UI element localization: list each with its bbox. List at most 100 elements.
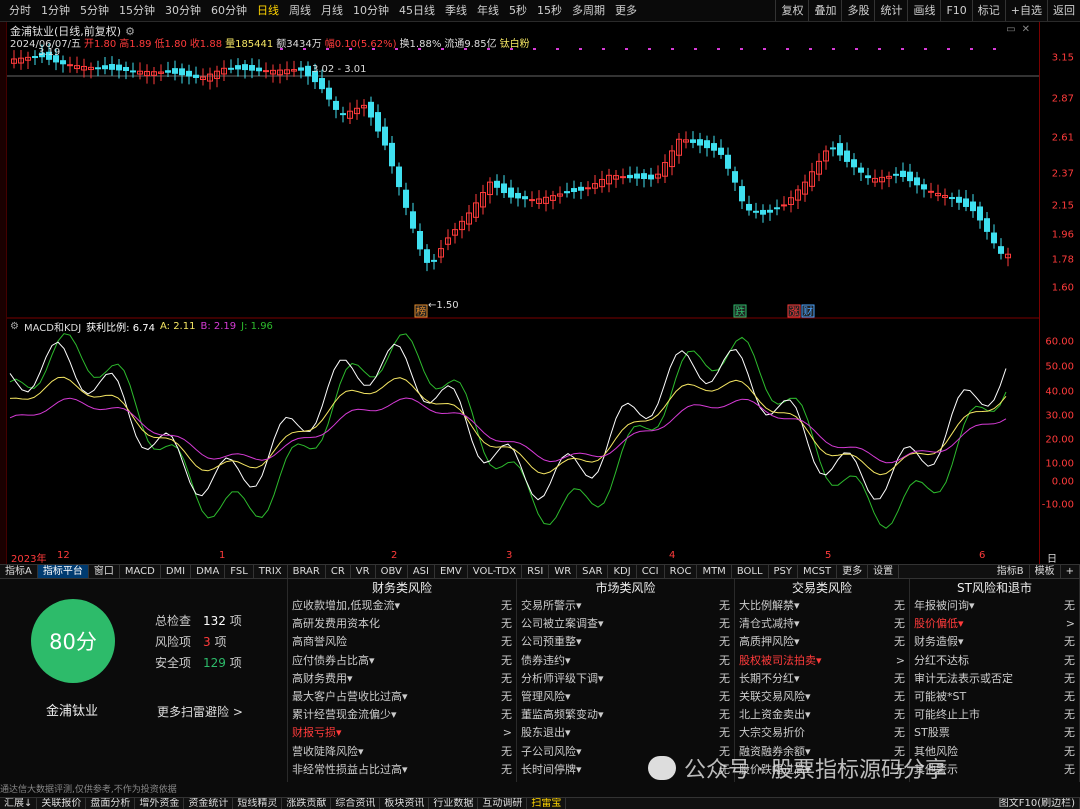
period-tab[interactable]: 1分钟 — [36, 0, 75, 21]
candle-body[interactable] — [501, 183, 507, 194]
indicator-tab[interactable]: TRIX — [254, 565, 288, 578]
candle-body[interactable] — [326, 87, 332, 100]
sector-label[interactable]: 钛白粉 — [500, 35, 530, 50]
candle-body[interactable] — [732, 171, 738, 183]
risk-check-item[interactable]: 股价偏低▾ > — [910, 615, 1079, 633]
candle-body[interactable] — [67, 64, 73, 67]
indicator-tab[interactable]: 指标A — [0, 565, 38, 578]
candle-body[interactable] — [907, 171, 913, 182]
period-tab[interactable]: 月线 — [316, 0, 348, 21]
risk-check-item[interactable]: 高质押风险▾ 无 — [735, 633, 909, 651]
risk-check-item[interactable]: 公司被立案调查▾ 无 — [517, 615, 734, 633]
indicator-tab-right[interactable]: + — [1061, 565, 1080, 578]
candle-body[interactable] — [571, 188, 577, 193]
bottom-tab[interactable]: 互动调研 — [478, 798, 528, 809]
candle-body[interactable] — [949, 197, 955, 200]
risk-check-item[interactable]: 长期不分红▾ 无 — [735, 670, 909, 688]
candle-body[interactable] — [375, 112, 381, 132]
period-tab[interactable]: 5分钟 — [75, 0, 114, 21]
risk-check-item[interactable]: 清仓式减持▾ 无 — [735, 615, 909, 633]
indicator-tab[interactable]: DMI — [161, 565, 192, 578]
indicator-tab[interactable]: 指标平台 — [37, 565, 89, 578]
period-tab[interactable]: 15分钟 — [114, 0, 160, 21]
indicator-tab[interactable]: MACD — [120, 565, 161, 578]
tool-button[interactable]: 多股 — [841, 0, 874, 21]
candle-body[interactable] — [424, 249, 430, 263]
kline-chart[interactable]: 3.19←1.503.02 - 3.01榜跌涨财 — [0, 22, 1039, 550]
bottom-tab[interactable]: 行业数据 — [429, 798, 479, 809]
candle-body[interactable] — [130, 70, 136, 73]
bottom-tab[interactable]: 盘面分析 — [86, 798, 136, 809]
period-tab[interactable]: 5秒 — [504, 0, 532, 21]
bottom-tab[interactable]: 综合资讯 — [331, 798, 381, 809]
bottom-tab[interactable]: 关联报价 — [37, 798, 87, 809]
tool-button[interactable]: +自选 — [1004, 0, 1047, 21]
bottom-tab[interactable]: 涨跌贡献 — [282, 798, 332, 809]
period-tab[interactable]: 60分钟 — [206, 0, 252, 21]
candle-body[interactable] — [837, 143, 843, 156]
indicator-tab[interactable]: VOL-TDX — [468, 565, 523, 578]
risk-check-item[interactable]: 分红不达标 无 — [910, 652, 1079, 670]
candle-body[interactable] — [32, 56, 38, 59]
candle-body[interactable] — [746, 203, 752, 211]
event-mark[interactable]: 榜 — [416, 305, 426, 318]
candle-body[interactable] — [263, 70, 269, 73]
risk-check-item[interactable]: 非经常性损益占比过高▾ 无 — [288, 761, 516, 779]
risk-check-item[interactable]: 可能终止上市 无 — [910, 706, 1079, 724]
candle-body[interactable] — [186, 70, 192, 77]
bottom-right-link[interactable]: 图文F10(刷边栏) — [995, 798, 1080, 809]
candle-body[interactable] — [235, 65, 241, 70]
candle-body[interactable] — [333, 100, 339, 110]
candle-body[interactable] — [641, 173, 647, 180]
candle-body[interactable] — [998, 246, 1004, 254]
indicator-tab-right[interactable]: 指标B — [992, 565, 1030, 578]
risk-check-item[interactable]: 高研发费用资本化 无 — [288, 615, 516, 633]
period-tab[interactable]: 日线 — [252, 0, 284, 21]
candle-body[interactable] — [95, 67, 101, 70]
candle-body[interactable] — [431, 259, 437, 262]
candle-body[interactable] — [179, 68, 185, 76]
risk-check-item[interactable]: 北上资金卖出▾ 无 — [735, 706, 909, 724]
candle-body[interactable] — [858, 167, 864, 173]
candle-body[interactable] — [928, 190, 934, 193]
candle-body[interactable] — [711, 143, 717, 151]
candle-body[interactable] — [865, 175, 871, 179]
indicator-tab[interactable]: ASI — [408, 565, 435, 578]
risk-check-item[interactable]: 累计经营现金流偏少▾ 无 — [288, 706, 516, 724]
candle-body[interactable] — [165, 70, 171, 73]
candle-body[interactable] — [417, 230, 423, 250]
bottom-tab[interactable]: 短线精灵 — [233, 798, 283, 809]
event-mark[interactable]: 涨 — [789, 306, 799, 318]
risk-check-item[interactable]: 交易所警示▾ 无 — [517, 597, 734, 615]
risk-check-item[interactable]: 股权被司法拍卖▾ > — [735, 652, 909, 670]
candle-body[interactable] — [991, 232, 997, 244]
candle-body[interactable] — [970, 201, 976, 212]
candle-body[interactable] — [718, 147, 724, 155]
risk-check-item[interactable]: 大比例解禁▾ 无 — [735, 597, 909, 615]
risk-check-item[interactable]: 债券违约▾ 无 — [517, 652, 734, 670]
period-tab[interactable]: 10分钟 — [348, 0, 394, 21]
bottom-tab[interactable]: 板块资讯 — [380, 798, 430, 809]
candle-body[interactable] — [774, 207, 780, 210]
candle-body[interactable] — [648, 174, 654, 180]
gear-icon[interactable]: ⚙ — [10, 321, 19, 332]
bottom-tab[interactable]: 扫雷宝 — [527, 798, 567, 809]
period-tab[interactable]: 年线 — [472, 0, 504, 21]
indicator-tab[interactable]: BRAR — [288, 565, 326, 578]
bottom-tab[interactable]: 增外资金 — [135, 798, 185, 809]
risk-check-item[interactable]: 大宗交易折价 无 — [735, 724, 909, 742]
risk-check-item[interactable]: 可能被*ST 无 — [910, 688, 1079, 706]
indicator-tab[interactable]: PSY — [769, 565, 799, 578]
indicator-tab[interactable]: VR — [351, 565, 376, 578]
indicator-tab[interactable]: MTM — [697, 565, 732, 578]
candle-body[interactable] — [578, 186, 584, 191]
candle-body[interactable] — [739, 186, 745, 202]
candle-body[interactable] — [781, 204, 787, 207]
event-mark[interactable]: 财 — [803, 305, 813, 318]
indicator-tab[interactable]: 更多 — [837, 565, 869, 578]
candle-body[interactable] — [844, 150, 850, 162]
candle-body[interactable] — [921, 184, 927, 190]
candle-body[interactable] — [109, 64, 115, 70]
period-tab[interactable]: 45日线 — [394, 0, 440, 21]
risk-check-item[interactable]: 应收款增加,低现金流▾ 无 — [288, 597, 516, 615]
